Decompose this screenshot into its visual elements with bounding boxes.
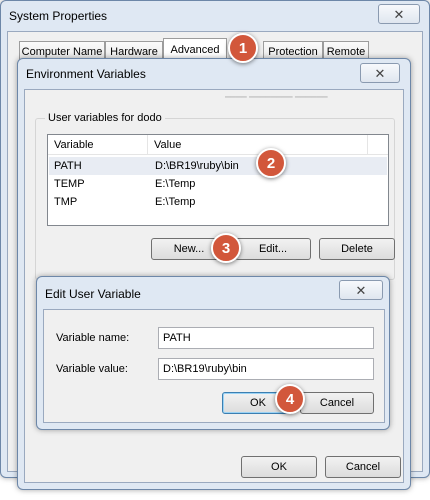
environment-variables-title: Environment Variables	[26, 67, 146, 81]
env-ok-button-label: OK	[271, 461, 287, 473]
table-row[interactable]: TMP E:\Temp	[49, 193, 387, 211]
faint-background-text: ━━━━ ━━━━━━━━ ━━━━━━	[225, 92, 328, 102]
step-marker-4: 4	[275, 384, 305, 414]
variable-cell: TEMP	[54, 178, 85, 190]
list-header: Variable Value	[48, 135, 388, 155]
step-marker-3: 3	[211, 233, 241, 263]
value-cell: D:\BR19\ruby\bin	[155, 160, 239, 172]
edit-cancel-button-label: Cancel	[319, 397, 355, 409]
edit-button[interactable]: Edit...	[235, 238, 311, 260]
env-cancel-button-label: Cancel	[345, 461, 381, 473]
edit-user-variable-client: Variable name: PATH Variable value: D:\B…	[43, 309, 385, 423]
delete-button-label: Delete	[341, 243, 373, 255]
env-cancel-button[interactable]: Cancel	[325, 456, 401, 478]
value-cell: E:\Temp	[155, 178, 196, 190]
column-header-value[interactable]: Value	[148, 135, 368, 155]
edit-ok-button-label: OK	[250, 397, 266, 409]
table-row[interactable]: TEMP E:\Temp	[49, 175, 387, 193]
step-marker-2: 2	[256, 148, 286, 178]
tab-label: Protection	[268, 45, 318, 58]
variable-name-input[interactable]: PATH	[158, 327, 374, 349]
edit-button-label: Edit...	[258, 243, 288, 255]
tab-label: Computer Name	[21, 45, 103, 58]
user-variables-list[interactable]: Variable Value PATH D:\BR19\ruby\bin TEM…	[47, 134, 389, 226]
table-row[interactable]: PATH D:\BR19\ruby\bin	[49, 157, 387, 175]
variable-name-label: Variable name:	[56, 332, 130, 344]
value-cell: E:\Temp	[155, 196, 196, 208]
env-ok-button[interactable]: OK	[241, 456, 317, 478]
edit-user-variable-title: Edit User Variable	[45, 287, 141, 301]
edit-user-variable-close-button[interactable]: ✕	[339, 280, 383, 300]
variable-value-label: Variable value:	[56, 363, 128, 375]
variable-cell: PATH	[54, 160, 82, 172]
edit-user-variable-window: Edit User Variable ✕ Variable name: PATH…	[36, 276, 390, 430]
new-button-label: New...	[173, 243, 205, 255]
close-icon: ✕	[374, 65, 386, 81]
system-properties-close-button[interactable]: ✕	[378, 4, 420, 24]
user-variables-group-label: User variables for dodo	[45, 112, 165, 124]
tab-label: Advanced	[170, 44, 220, 56]
environment-variables-close-button[interactable]: ✕	[360, 63, 400, 83]
column-header-variable[interactable]: Variable	[48, 135, 148, 155]
delete-button[interactable]: Delete	[319, 238, 395, 260]
close-icon: ✕	[355, 282, 367, 298]
variable-value-input[interactable]: D:\BR19\ruby\bin	[158, 358, 374, 380]
tab-label: Remote	[326, 45, 366, 58]
system-properties-title: System Properties	[9, 9, 108, 23]
variable-cell: TMP	[54, 196, 78, 208]
edit-cancel-button[interactable]: Cancel	[300, 392, 374, 414]
step-marker-1: 1	[228, 33, 258, 63]
close-icon: ✕	[393, 6, 405, 22]
tab-label: Hardware	[110, 45, 158, 58]
